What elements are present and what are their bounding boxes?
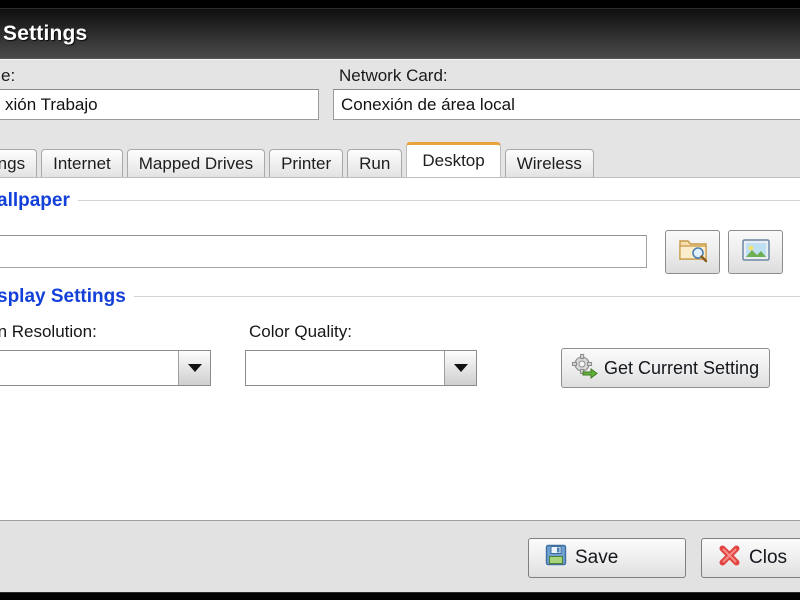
tab-settings[interactable]: ettings	[0, 149, 38, 177]
section-divider	[133, 296, 800, 298]
name-label: e:	[1, 66, 16, 85]
get-current-settings-button[interactable]: Get Current Setting	[561, 348, 771, 388]
folder-search-icon	[678, 237, 708, 268]
tab-desktop[interactable]: Desktop	[406, 142, 501, 177]
color-quality-label: Color Quality:	[249, 322, 352, 341]
desktop-tab-panel: allpaper splay Settings Resolution: Colo…	[0, 177, 800, 520]
wallpaper-preview-button[interactable]	[728, 230, 783, 274]
network-card-label: Network Card:	[339, 66, 448, 85]
tab-internet[interactable]: Internet	[41, 149, 123, 177]
close-button[interactable]: Clos	[701, 538, 800, 578]
color-quality-value	[246, 351, 444, 385]
red-x-icon	[718, 544, 741, 573]
display-settings-fields: reen Resolution: Color Quality:	[0, 318, 800, 408]
screenshot-root: Settings e: xión Trabajo Network Card: C…	[0, 0, 800, 600]
wallpaper-section-header: allpaper	[0, 190, 800, 212]
section-divider	[77, 200, 800, 202]
network-card-input[interactable]: Conexión de área local	[333, 89, 800, 120]
settings-window: Settings e: xión Trabajo Network Card: C…	[0, 8, 800, 593]
tab-run[interactable]: Run	[347, 149, 403, 177]
screen-resolution-label: reen Resolution:	[0, 322, 97, 341]
display-settings-section-header: splay Settings	[0, 286, 800, 308]
tab-strip: ettings Internet Mapped Drives Printer R…	[0, 142, 800, 177]
window-bottom-edge	[0, 593, 800, 600]
floppy-disk-icon	[545, 544, 567, 572]
get-current-settings-label: Get Current Setting	[604, 357, 760, 378]
display-settings-section-title: splay Settings	[0, 286, 126, 307]
tab-wireless[interactable]: Wireless	[504, 149, 594, 177]
screen-resolution-select[interactable]	[0, 350, 211, 386]
wallpaper-browse-button[interactable]	[665, 230, 720, 274]
wallpaper-path-input[interactable]	[0, 235, 647, 268]
gear-refresh-icon	[570, 353, 598, 384]
close-button-label: Clos	[749, 547, 788, 568]
wallpaper-row	[0, 230, 800, 278]
save-button[interactable]: Save	[528, 538, 686, 578]
connection-header-form: e: xión Trabajo Network Card: Conexión d…	[0, 59, 800, 144]
tab-list: ettings Internet Mapped Drives Printer R…	[0, 142, 594, 177]
name-input[interactable]: xión Trabajo	[0, 89, 319, 120]
tab-printer[interactable]: Printer	[269, 149, 344, 177]
screen-resolution-value	[0, 351, 178, 385]
wallpaper-section-title: allpaper	[0, 190, 70, 211]
wallpaper-section: allpaper	[0, 190, 800, 278]
chevron-down-icon[interactable]	[178, 351, 210, 385]
color-quality-select[interactable]	[245, 350, 477, 386]
dialog-footer: Save Clos	[0, 520, 800, 592]
window-title: Settings	[3, 21, 88, 45]
display-settings-section: splay Settings reen Resolution: Color Qu…	[0, 286, 800, 408]
chevron-down-icon[interactable]	[444, 351, 476, 385]
window-titlebar[interactable]: Settings	[0, 9, 800, 59]
save-button-label: Save	[575, 547, 619, 568]
tab-mapped-drives[interactable]: Mapped Drives	[126, 149, 266, 177]
picture-icon	[741, 237, 771, 268]
